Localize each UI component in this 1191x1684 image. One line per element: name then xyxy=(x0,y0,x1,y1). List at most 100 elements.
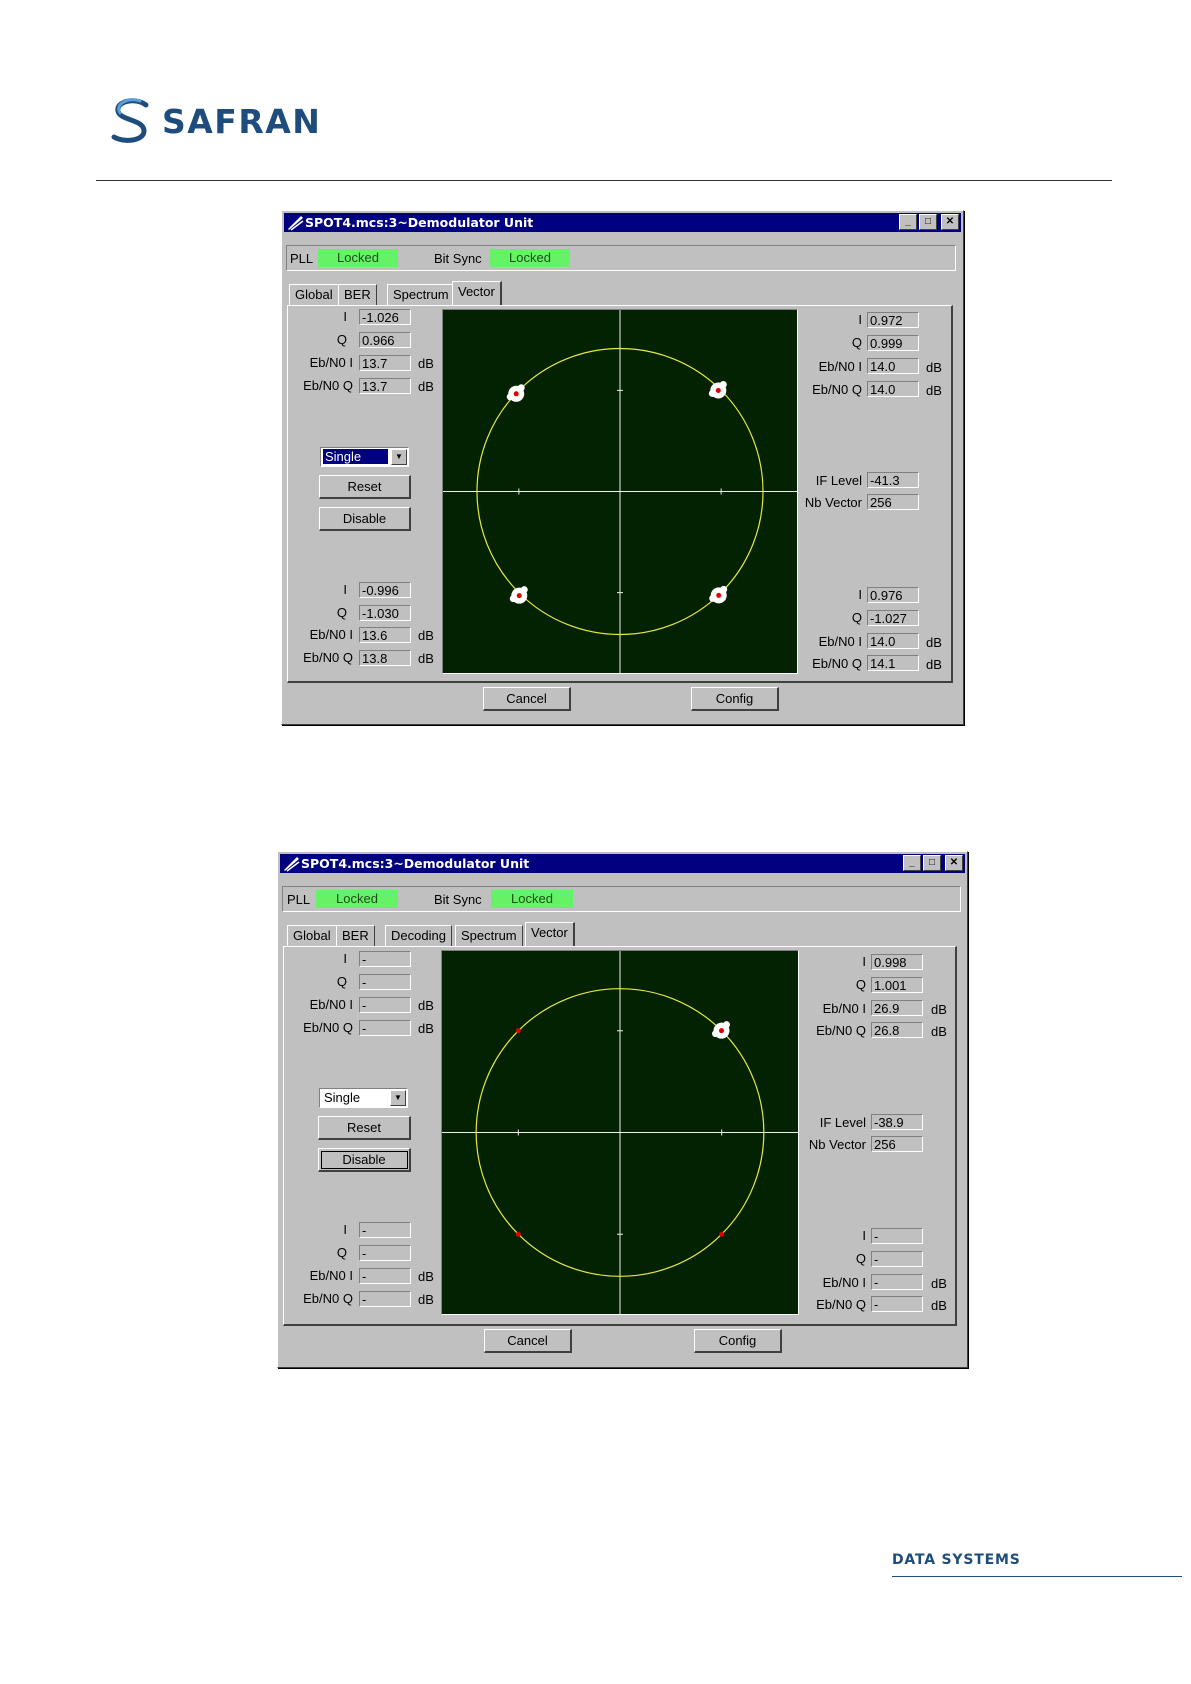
config-button[interactable]: Config xyxy=(691,687,779,711)
bl-q-field: - xyxy=(359,1245,411,1261)
cancel-button[interactable]: Cancel xyxy=(484,1329,572,1353)
title-bar[interactable]: SPOT4.mcs:3~Demodulator Unit xyxy=(284,213,961,232)
tr-ebn0q-label: Eb/N0 Q xyxy=(812,382,862,397)
tab-global[interactable]: Global xyxy=(287,925,337,946)
symbol-cluster-spread xyxy=(517,384,525,392)
demodulator-window-1: SPOT4.mcs:3~Demodulator Unit _ □ ✕ PLL L… xyxy=(281,210,964,725)
tl-i-label: I xyxy=(343,309,347,324)
br-q-label: Q xyxy=(851,610,862,625)
br-ebn0q-unit: dB xyxy=(926,657,942,672)
bit-sync-label: Bit Sync xyxy=(434,251,482,266)
bl-ebn0i-unit: dB xyxy=(418,1269,434,1284)
bit-sync-status-badge: Locked xyxy=(490,249,570,267)
app-icon xyxy=(287,215,304,231)
minimize-icon[interactable]: _ xyxy=(899,214,917,230)
symbol-cluster-spread xyxy=(708,389,716,397)
tr-ebn0i-field: 14.0 xyxy=(867,358,919,374)
tab-ber[interactable]: BER xyxy=(338,284,377,305)
mode-select[interactable]: Single ▼ xyxy=(320,447,409,467)
close-icon[interactable]: ✕ xyxy=(941,214,959,230)
bl-ebn0q-field: 13.8 xyxy=(359,650,411,666)
tab-decoding[interactable]: Decoding xyxy=(385,925,452,946)
maximize-icon[interactable]: □ xyxy=(919,214,937,230)
tr-q-field: 0.999 xyxy=(867,335,919,351)
br-q-field: - xyxy=(871,1251,923,1267)
tr-ebn0q-label: Eb/N0 Q xyxy=(816,1023,866,1038)
pll-label: PLL xyxy=(290,251,314,266)
br-q-field: -1.027 xyxy=(867,610,919,626)
symbol-point xyxy=(719,1028,725,1034)
tr-i-field: 0.972 xyxy=(867,312,919,328)
tab-spectrum[interactable]: Spectrum xyxy=(387,284,455,305)
br-ebn0q-label: Eb/N0 Q xyxy=(816,1297,866,1312)
bl-i-label: I xyxy=(343,1222,347,1237)
tr-ebn0i-label: Eb/N0 I xyxy=(818,359,862,374)
tab-vector[interactable]: Vector xyxy=(525,922,575,946)
symbol-point xyxy=(716,592,722,598)
if-level-field: -38.9 xyxy=(871,1114,923,1130)
nb-vector-field: 256 xyxy=(871,1136,923,1152)
symbol-cluster-spread xyxy=(720,585,728,593)
br-ebn0i-unit: dB xyxy=(926,635,942,650)
br-ebn0q-label: Eb/N0 Q xyxy=(812,656,862,671)
maximize-icon[interactable]: □ xyxy=(923,855,941,871)
tr-ebn0i-field: 26.9 xyxy=(871,1000,923,1016)
pll-label: PLL xyxy=(287,892,311,907)
bl-ebn0q-label: Eb/N0 Q xyxy=(303,1291,353,1306)
safran-logo: SAFRAN xyxy=(110,96,321,146)
tr-ebn0i-label: Eb/N0 I xyxy=(822,1001,866,1016)
tl-ebn0i-unit: dB xyxy=(418,356,434,371)
disable-button[interactable]: Disable xyxy=(319,507,411,531)
bl-ebn0q-label: Eb/N0 Q xyxy=(303,650,353,665)
tr-ebn0i-unit: dB xyxy=(926,360,942,375)
tl-ebn0q-field: 13.7 xyxy=(359,378,411,394)
mode-select[interactable]: Single ▼ xyxy=(319,1088,408,1108)
footer-rule xyxy=(892,1576,1182,1577)
br-i-label: I xyxy=(858,587,862,602)
config-button[interactable]: Config xyxy=(694,1329,782,1353)
constellation-plot xyxy=(441,950,799,1315)
title-bar[interactable]: SPOT4.mcs:3~Demodulator Unit xyxy=(280,854,965,873)
br-ebn0i-unit: dB xyxy=(931,1276,947,1291)
bl-ebn0i-label: Eb/N0 I xyxy=(309,627,353,642)
br-ebn0i-label: Eb/N0 I xyxy=(818,634,862,649)
constellation-svg xyxy=(443,310,797,673)
tr-i-label: I xyxy=(862,954,866,969)
chevron-down-icon[interactable]: ▼ xyxy=(390,1090,406,1106)
bl-ebn0i-field: - xyxy=(359,1268,411,1284)
bl-i-label: I xyxy=(343,582,347,597)
bl-ebn0q-unit: dB xyxy=(418,1292,434,1307)
tab-global[interactable]: Global xyxy=(289,284,339,305)
tl-ebn0i-label: Eb/N0 I xyxy=(309,355,353,370)
tl-ebn0q-label: Eb/N0 Q xyxy=(303,378,353,393)
cancel-button[interactable]: Cancel xyxy=(483,687,571,711)
symbol-cluster-spread xyxy=(723,1021,731,1029)
br-ebn0q-field: 14.1 xyxy=(867,655,919,671)
tl-ebn0q-unit: dB xyxy=(418,1021,434,1036)
chevron-down-icon[interactable]: ▼ xyxy=(391,449,407,465)
nb-vector-label: Nb Vector xyxy=(808,1137,866,1152)
tr-i-field: 0.998 xyxy=(871,954,923,970)
disable-button[interactable]: Disable xyxy=(318,1148,411,1172)
tl-q-field: 0.966 xyxy=(359,332,411,348)
nb-vector-label: Nb Vector xyxy=(804,495,862,510)
symbol-point xyxy=(515,1028,521,1034)
symbol-cluster-spread xyxy=(709,594,717,602)
header-rule xyxy=(96,180,1112,181)
reset-button[interactable]: Reset xyxy=(319,475,411,499)
tr-q-label: Q xyxy=(855,977,866,992)
minimize-icon[interactable]: _ xyxy=(903,855,921,871)
tab-vector[interactable]: Vector xyxy=(452,281,502,305)
tab-ber[interactable]: BER xyxy=(336,925,375,946)
close-icon[interactable]: ✕ xyxy=(945,855,963,871)
br-ebn0q-field: - xyxy=(871,1296,923,1312)
window-title: SPOT4.mcs:3~Demodulator Unit xyxy=(305,215,534,230)
bit-sync-status-badge: Locked xyxy=(491,890,573,908)
brand-name: SAFRAN xyxy=(162,101,322,141)
reset-button[interactable]: Reset xyxy=(318,1116,411,1140)
pll-status-badge: Locked xyxy=(316,890,398,908)
bl-ebn0i-label: Eb/N0 I xyxy=(309,1268,353,1283)
tab-spectrum[interactable]: Spectrum xyxy=(455,925,523,946)
tr-ebn0i-unit: dB xyxy=(931,1002,947,1017)
tl-q-label: Q xyxy=(336,974,347,989)
